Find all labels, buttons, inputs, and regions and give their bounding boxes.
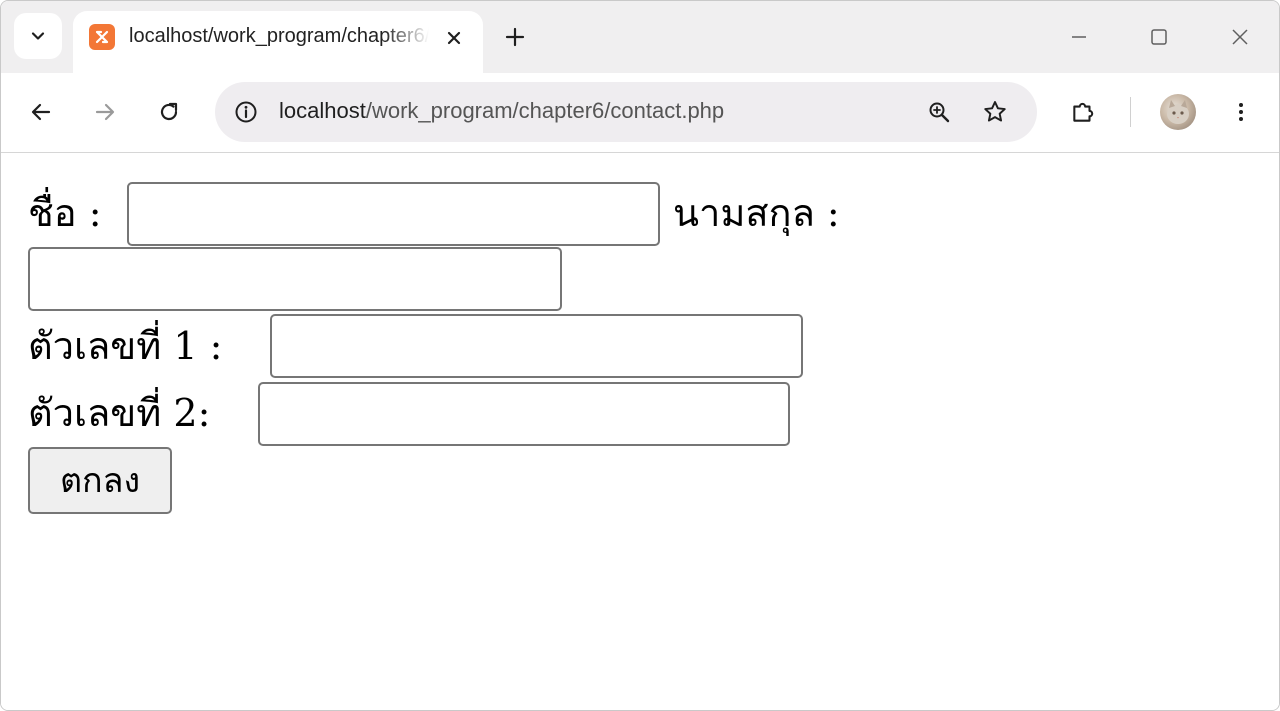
back-arrow-icon: [29, 100, 53, 124]
browser-window: localhost/work_program/chapter6/contact.…: [0, 0, 1280, 711]
page-content: ชื่อ : นามสกุล : ตัวเลขที่ 1 : ตัวเลขที่…: [1, 154, 1279, 710]
browser-menu-button[interactable]: [1221, 92, 1261, 132]
maximize-icon: [1149, 27, 1169, 47]
tab-close-button[interactable]: [439, 23, 469, 53]
new-tab-button[interactable]: [499, 21, 531, 53]
chevron-down-icon: [30, 28, 46, 44]
kebab-menu-icon: [1229, 100, 1253, 124]
zoom-button[interactable]: [923, 96, 955, 128]
close-icon: [446, 30, 462, 46]
plus-icon: [504, 26, 526, 48]
tab-strip: localhost/work_program/chapter6/contact.…: [1, 1, 1279, 73]
tab-search-button[interactable]: [14, 13, 62, 59]
toolbar-divider: [1130, 97, 1131, 127]
star-icon: [982, 99, 1008, 125]
number1-label: ตัวเลขที่ 1 :: [28, 324, 223, 368]
minimize-icon: [1069, 27, 1089, 47]
bookmark-button[interactable]: [979, 96, 1011, 128]
avatar[interactable]: [1160, 94, 1196, 130]
last-name-label: นามสกุล :: [673, 191, 840, 235]
url-host: localhost: [279, 98, 366, 123]
number1-input[interactable]: [270, 314, 803, 378]
reload-button[interactable]: [149, 92, 189, 132]
tab-active[interactable]: localhost/work_program/chapter6/contact.…: [73, 11, 483, 73]
close-window-icon: [1230, 27, 1250, 47]
extensions-button[interactable]: [1063, 92, 1103, 132]
submit-button[interactable]: ตกลง: [28, 447, 172, 514]
info-icon: [234, 100, 258, 124]
forward-arrow-icon: [93, 100, 117, 124]
back-button[interactable]: [21, 92, 61, 132]
puzzle-icon: [1070, 99, 1096, 125]
first-name-label: ชื่อ :: [28, 191, 102, 235]
number2-label: ตัวเลขที่ 2:: [28, 391, 211, 435]
forward-button[interactable]: [85, 92, 125, 132]
xampp-icon: [89, 24, 115, 50]
first-name-input[interactable]: [127, 182, 660, 246]
number2-input[interactable]: [258, 382, 790, 446]
tab-title: localhost/work_program/chapter6/contact.…: [129, 25, 429, 47]
url-text[interactable]: localhost/work_program/chapter6/contact.…: [279, 98, 724, 124]
maximize-button[interactable]: [1139, 17, 1179, 57]
close-window-button[interactable]: [1220, 17, 1260, 57]
address-bar[interactable]: localhost/work_program/chapter6/contact.…: [215, 82, 1037, 142]
reload-icon: [157, 100, 181, 124]
last-name-input[interactable]: [28, 247, 562, 311]
zoom-icon: [927, 100, 951, 124]
toolbar: localhost/work_program/chapter6/contact.…: [1, 73, 1279, 153]
minimize-button[interactable]: [1059, 17, 1099, 57]
site-info-button[interactable]: [231, 97, 261, 127]
url-path: /work_program/chapter6/contact.php: [365, 98, 725, 123]
